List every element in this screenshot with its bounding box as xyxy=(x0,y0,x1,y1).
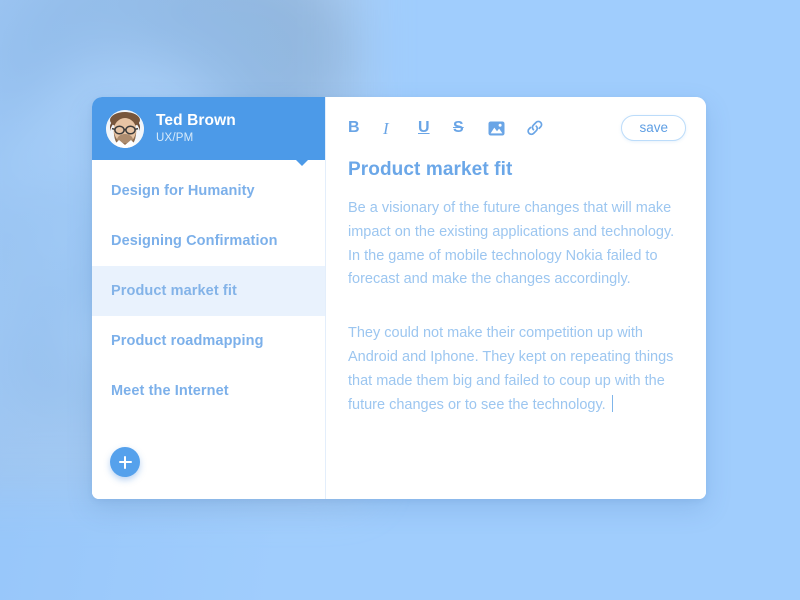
note-item-label: Designing Confirmation xyxy=(111,233,278,249)
profile-role: UX/PM xyxy=(156,132,194,145)
sidebar: Ted Brown UX/PM Design for Humanity Desi… xyxy=(92,97,326,499)
document-body[interactable]: Product market fit Be a visionary of the… xyxy=(326,159,706,417)
underline-button[interactable]: U xyxy=(418,120,453,136)
sidebar-item-design-for-humanity[interactable]: Design for Humanity xyxy=(92,166,325,216)
paragraph-2-text: They could not make their competition up… xyxy=(348,325,674,413)
italic-button[interactable]: I xyxy=(383,120,418,137)
document-title: Product market fit xyxy=(348,159,513,180)
profile-name: Ted Brown xyxy=(156,112,236,130)
image-icon[interactable] xyxy=(488,121,526,136)
profile-text: Ted Brown UX/PM xyxy=(156,112,236,145)
document-paragraph-2: They could not make their competition up… xyxy=(348,322,682,417)
note-item-label: Product roadmapping xyxy=(111,333,264,349)
sidebar-item-meet-the-internet[interactable]: Meet the Internet xyxy=(92,366,325,416)
text-caret xyxy=(611,394,614,412)
sidebar-item-product-market-fit[interactable]: Product market fit xyxy=(92,266,325,316)
sidebar-item-designing-confirmation[interactable]: Designing Confirmation xyxy=(92,216,325,266)
editor-pane: B I U S save Product market fit Be a vis… xyxy=(326,97,706,499)
document-paragraph-1: Be a visionary of the future changes tha… xyxy=(348,200,675,288)
profile-header[interactable]: Ted Brown UX/PM xyxy=(92,97,325,166)
sidebar-item-product-roadmapping[interactable]: Product roadmapping xyxy=(92,316,325,366)
save-button[interactable]: save xyxy=(621,114,686,142)
add-note-button[interactable] xyxy=(110,447,140,477)
avatar xyxy=(106,109,144,148)
formatting-toolbar: B I U S save xyxy=(326,97,706,159)
link-icon[interactable] xyxy=(526,120,564,136)
header-notch-triangle xyxy=(295,159,309,166)
note-item-label: Design for Humanity xyxy=(111,183,255,199)
strikethrough-button[interactable]: S xyxy=(453,120,488,136)
note-item-label: Meet the Internet xyxy=(111,383,229,399)
note-item-label: Product market fit xyxy=(111,283,237,299)
plus-icon xyxy=(118,455,132,469)
bold-button[interactable]: B xyxy=(348,120,383,136)
note-app-card: Ted Brown UX/PM Design for Humanity Desi… xyxy=(92,97,706,499)
